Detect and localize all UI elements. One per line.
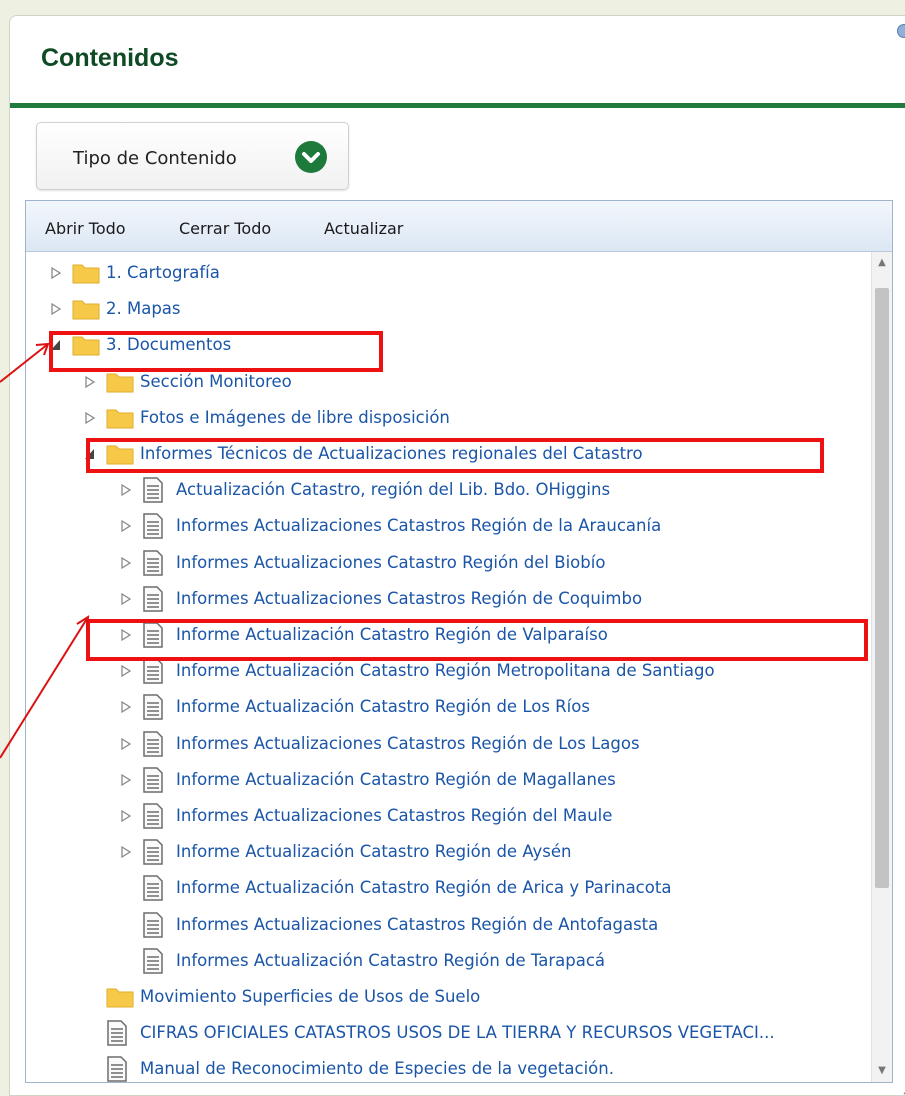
tree-item-label[interactable]: Informes Actualizaciones Catastros Regió… xyxy=(176,729,640,759)
tree-toolbar: Abrir Todo Cerrar Todo Actualizar xyxy=(26,201,892,252)
close-all-button[interactable]: Cerrar Todo xyxy=(179,219,271,238)
panel-header: Contenidos xyxy=(10,16,905,108)
info-icon[interactable] xyxy=(897,24,905,38)
tree-item-label[interactable]: Informe Actualización Catastro Región de… xyxy=(176,765,616,795)
content-type-label: Tipo de Contenido xyxy=(73,148,237,169)
panel-title: Contenidos xyxy=(41,44,179,72)
collapsed-arrow-icon[interactable] xyxy=(120,837,134,867)
document-icon xyxy=(106,1056,128,1082)
document-icon xyxy=(142,839,164,865)
tree-item-label[interactable]: CIFRAS OFICIALES CATASTROS USOS DE LA TI… xyxy=(140,1018,775,1048)
content-type-button[interactable]: Tipo de Contenido xyxy=(36,122,349,190)
tree-item-label[interactable]: Informes Actualización Catastro Región d… xyxy=(176,946,605,976)
document-icon xyxy=(142,549,164,576)
document-icon xyxy=(142,513,164,540)
collapsed-arrow-icon[interactable] xyxy=(120,584,134,614)
refresh-button[interactable]: Actualizar xyxy=(324,219,403,238)
open-all-button[interactable]: Abrir Todo xyxy=(45,219,126,238)
document-icon xyxy=(142,767,164,793)
document-icon xyxy=(142,911,164,938)
collapsed-arrow-icon[interactable] xyxy=(120,548,134,578)
scroll-down-arrow-icon[interactable]: ▼ xyxy=(872,1060,892,1082)
document-icon xyxy=(142,477,164,503)
scroll-up-arrow-icon[interactable]: ▲ xyxy=(872,252,892,274)
collapsed-arrow-icon[interactable] xyxy=(120,511,134,541)
document-icon xyxy=(142,948,164,974)
collapsed-arrow-icon[interactable] xyxy=(120,475,134,505)
document-icon xyxy=(106,1020,128,1046)
chevron-down-circle-icon xyxy=(295,141,327,173)
tree-item-label[interactable]: Informes Actualizaciones Catastros Regió… xyxy=(176,584,642,614)
document-icon xyxy=(142,730,164,757)
tree-item-label[interactable]: Informe Actualización Catastro Región de… xyxy=(176,873,671,903)
collapsed-arrow-icon[interactable] xyxy=(120,692,134,722)
tree-item-label[interactable]: Informes Actualizaciones Catastros Regió… xyxy=(176,910,658,940)
contents-panel: Contenidos Tipo de Contenido Abrir Todo … xyxy=(9,15,905,1096)
vertical-scrollbar[interactable]: ▲ ▼ xyxy=(871,252,892,1082)
document-icon xyxy=(142,658,164,684)
tree-item-label[interactable]: Informe Actualización Catastro Región de… xyxy=(176,837,571,867)
folder-icon xyxy=(72,262,100,284)
collapsed-arrow-icon[interactable] xyxy=(50,258,64,288)
collapsed-arrow-icon[interactable] xyxy=(84,403,98,433)
document-icon xyxy=(142,803,164,829)
tree-item-label[interactable]: 1. Cartografía xyxy=(106,258,220,288)
highlight-box-valparaiso xyxy=(86,619,868,661)
scrollbar-thumb[interactable] xyxy=(875,288,889,888)
tree-item-label[interactable]: 2. Mapas xyxy=(106,294,181,324)
document-icon xyxy=(142,694,164,721)
collapsed-arrow-icon[interactable] xyxy=(120,801,134,831)
folder-icon xyxy=(106,371,134,393)
tree-item-label[interactable]: Informes Actualizaciones Catastros Regió… xyxy=(176,511,661,541)
resize-grip-icon[interactable] xyxy=(901,1083,905,1095)
highlight-box-documentos xyxy=(49,331,383,372)
tree-item-label[interactable]: Informes Actualizaciones Catastros Regió… xyxy=(176,801,612,831)
document-icon xyxy=(142,586,164,612)
tree-item-label[interactable]: Movimiento Superficies de Usos de Suelo xyxy=(140,982,480,1012)
tree-list: 1. Cartografía 2. Mapas 3. Documentos Secci… xyxy=(26,252,872,1082)
collapsed-arrow-icon[interactable] xyxy=(120,729,134,759)
highlight-box-informes-tecnicos xyxy=(86,438,824,473)
folder-icon xyxy=(106,986,134,1008)
folder-icon xyxy=(106,407,134,429)
document-icon xyxy=(142,875,164,902)
collapsed-arrow-icon[interactable] xyxy=(50,294,64,324)
folder-icon xyxy=(72,298,100,320)
tree-item-label[interactable]: Actualización Catastro, región del Lib. … xyxy=(176,475,610,505)
tree-item-label[interactable]: Manual de Reconocimiento de Especies de … xyxy=(140,1054,614,1082)
tree-item-label[interactable]: Informe Actualización Catastro Región de… xyxy=(176,692,590,722)
tree-item-label[interactable]: Fotos e Imágenes de libre disposición xyxy=(140,403,450,433)
tree-item-label[interactable]: Informes Actualizaciones Catastro Región… xyxy=(176,548,605,578)
collapsed-arrow-icon[interactable] xyxy=(120,765,134,795)
